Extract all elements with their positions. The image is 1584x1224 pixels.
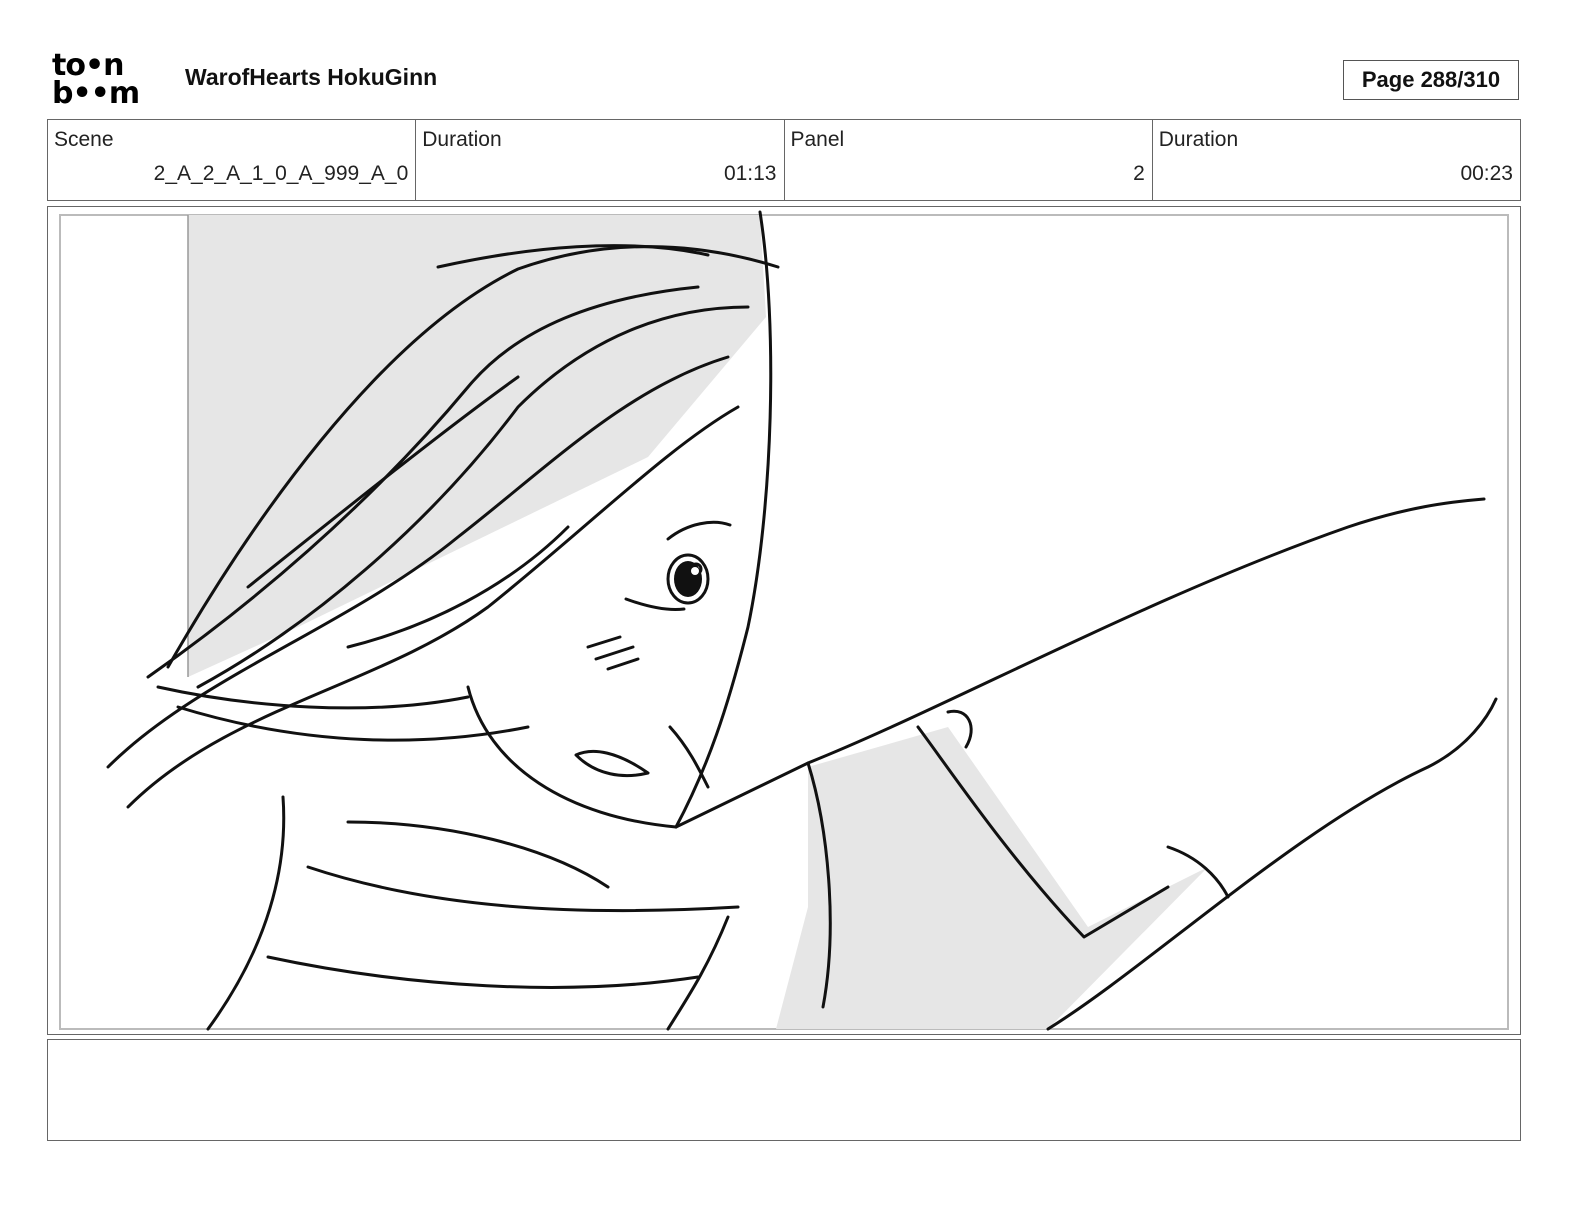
panel-duration-cell: Duration 00:23 <box>1153 120 1520 200</box>
panel-value: 2 <box>1133 162 1145 185</box>
info-table: Scene 2_A_2_A_1_0_A_999_A_0 Duration 01:… <box>47 119 1521 201</box>
arm-bottom <box>1046 697 1498 1031</box>
scene-label: Scene <box>54 128 114 151</box>
mouth <box>574 749 650 778</box>
arm-top <box>674 497 1486 829</box>
panel-label: Panel <box>790 128 845 151</box>
logo-line-2: b••m <box>52 76 140 111</box>
scene-value: 2_A_2_A_1_0_A_999_A_0 <box>153 162 409 185</box>
scene-duration-cell: Duration 01:13 <box>416 120 785 200</box>
toonboom-logo: to•n b••m <box>52 51 164 112</box>
arm-shadow <box>776 727 1208 1029</box>
scene-cell: Scene 2_A_2_A_1_0_A_999_A_0 <box>48 120 417 200</box>
scene-duration-label: Duration <box>422 128 502 151</box>
panel-duration-value: 00:23 <box>1460 162 1513 185</box>
project-title: WarofHearts HokuGinn <box>185 64 438 90</box>
page-indicator: Page 288/310 <box>1343 60 1519 100</box>
panel-cell: Panel 2 <box>785 120 1153 200</box>
eye-pupil <box>674 561 702 597</box>
storyboard-panel <box>47 206 1521 1035</box>
panel-sketch <box>59 210 1509 1031</box>
panel-notes <box>47 1039 1521 1141</box>
panel-duration-label: Duration <box>1158 128 1239 151</box>
scene-duration-value: 01:13 <box>723 162 777 185</box>
